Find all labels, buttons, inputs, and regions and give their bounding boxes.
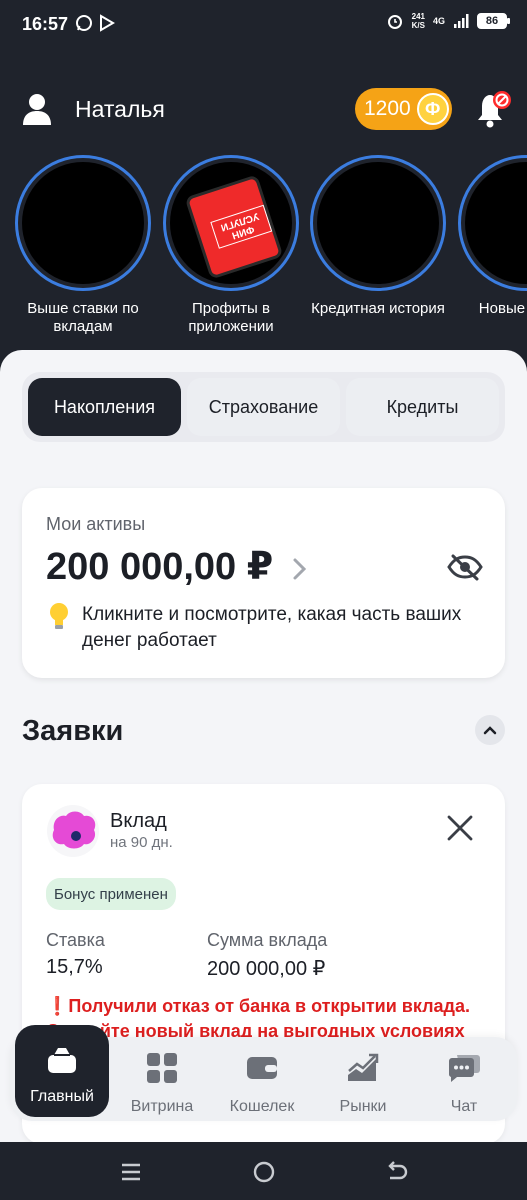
nav-showcase[interactable]: Витрина xyxy=(114,1037,210,1121)
bonus-badge: Бонус применен xyxy=(46,878,176,910)
home-icon xyxy=(48,1048,76,1073)
nav-wallet-label: Кошелек xyxy=(229,1098,295,1115)
collapse-requests-button[interactable] xyxy=(475,715,505,745)
stories-carousel[interactable]: Выше ставки по вкладам ФИН УСЛУГИ Профит… xyxy=(0,155,527,345)
home-circle-icon[interactable] xyxy=(252,1160,276,1184)
assets-label: Мои активы xyxy=(46,514,146,534)
story-label: Профиты в приложении xyxy=(188,300,274,335)
wallet-icon xyxy=(247,1057,277,1079)
chart-up-icon xyxy=(348,1053,379,1081)
grid-icon xyxy=(147,1053,177,1083)
tab-savings[interactable]: Накопления xyxy=(28,378,181,436)
network-speed: 241 xyxy=(411,12,425,21)
alarm-icon xyxy=(387,15,402,29)
nav-home-label: Главный xyxy=(30,1088,94,1105)
story-item[interactable]: ФИН УСЛУГИ Профиты в приложении xyxy=(163,155,299,336)
nav-markets[interactable]: Рынки xyxy=(315,1037,411,1121)
deposit-sum-value: 200 000,00 ₽ xyxy=(207,958,326,980)
nav-home[interactable]: Главный xyxy=(15,1025,109,1117)
rate-label: Ставка xyxy=(46,930,105,950)
story-label: Новые в НДС xyxy=(478,300,527,317)
story-item[interactable]: Кредитная история xyxy=(310,155,446,318)
play-store-icon xyxy=(100,14,115,32)
status-bar: 16:57 241 K/S 4G 86 xyxy=(0,0,527,48)
story-label: Выше ставки по вкладам xyxy=(27,300,139,335)
app-header: Наталья 1200 Ф xyxy=(0,80,527,140)
deposit-term: на 90 дн. xyxy=(110,834,173,851)
battery-indicator: 86 xyxy=(477,13,510,29)
story-thumbnail xyxy=(22,162,144,284)
category-tabs: Накопления Страхование Кредиты xyxy=(22,372,505,442)
phone-image-text: ФИН УСЛУГИ xyxy=(210,204,273,249)
deposit-sum-label: Сумма вклада xyxy=(207,930,328,950)
close-icon[interactable] xyxy=(446,814,474,842)
story-thumbnail: ФИН УСЛУГИ xyxy=(170,162,292,284)
notifications-off-icon[interactable] xyxy=(470,86,516,132)
coins-balance-button[interactable]: 1200 Ф xyxy=(355,88,452,130)
nav-chat-label: Чат xyxy=(450,1098,478,1115)
story-thumbnail xyxy=(317,162,439,284)
my-assets-card[interactable]: Мои активы 200 000,00 ₽ Кликните и посмо… xyxy=(22,488,505,678)
assets-amount: 200 000,00 ₽ xyxy=(46,546,274,588)
story-thumbnail xyxy=(465,162,527,284)
chat-icon xyxy=(448,1055,480,1082)
nav-chat[interactable]: Чат xyxy=(416,1037,512,1121)
rate-value: 15,7% xyxy=(46,956,103,978)
status-time: 16:57 xyxy=(22,14,69,34)
recent-apps-icon[interactable] xyxy=(120,1162,142,1182)
chevron-right-icon xyxy=(293,558,307,580)
bottom-navigation: Главный Витрина Кошелек Рынки Чат xyxy=(10,1025,517,1121)
requests-title: Заявки xyxy=(22,715,124,747)
tab-insurance[interactable]: Страхование xyxy=(187,378,340,436)
story-item[interactable]: Выше ставки по вкладам xyxy=(15,155,151,336)
signal-icon xyxy=(454,14,469,28)
nav-markets-label: Рынки xyxy=(339,1098,387,1115)
deposit-avatar-icon xyxy=(47,805,99,857)
story-label: Кредитная история xyxy=(311,300,445,317)
nav-wallet[interactable]: Кошелек xyxy=(214,1037,310,1121)
user-icon[interactable] xyxy=(20,92,54,126)
whatsapp-icon xyxy=(76,15,92,31)
back-icon[interactable] xyxy=(385,1160,409,1184)
nav-showcase-label: Витрина xyxy=(130,1098,194,1115)
coin-icon: Ф xyxy=(416,93,449,125)
user-name[interactable]: Наталья xyxy=(75,96,165,123)
coins-value: 1200 xyxy=(364,97,411,120)
eye-hidden-icon[interactable] xyxy=(447,553,483,581)
phone-image: ФИН УСЛУГИ xyxy=(184,174,284,280)
chevron-up-icon xyxy=(483,726,497,735)
system-navigation-bar xyxy=(0,1142,527,1200)
deposit-title: Вклад xyxy=(110,810,167,832)
story-item[interactable]: Новые в НДС xyxy=(458,155,527,318)
tab-credits[interactable]: Кредиты xyxy=(346,378,499,436)
lightbulb-icon xyxy=(50,603,68,629)
assets-hint: Кликните и посмотрите, какая часть ваших… xyxy=(82,604,462,651)
network-speed-unit: K/S xyxy=(411,21,425,30)
network-type: 4G xyxy=(432,15,445,26)
